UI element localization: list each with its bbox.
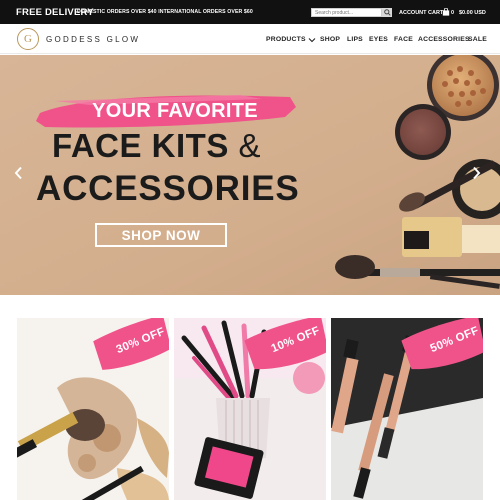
cart-count: 0 [451, 10, 455, 16]
nav-products[interactable]: PRODUCTS [266, 36, 316, 43]
nav-accessories[interactable]: ACCESSORIES [418, 36, 470, 43]
cart-link[interactable]: CART [428, 10, 443, 16]
hero-title-line1: FACE KITS & [52, 127, 261, 165]
nav-products-label: PRODUCTS [266, 36, 306, 43]
product-image-brush-trio [331, 318, 483, 500]
nav-face[interactable]: FACE [394, 36, 413, 43]
product-tile[interactable]: 50% OFF [331, 318, 483, 500]
delivery-promo-text: DOMESTIC ORDERS OVER $40 INTERNATIONAL O… [77, 9, 253, 15]
brand-name[interactable]: GODDESS GLOW [46, 35, 140, 44]
hero-title-ampersand: & [238, 127, 262, 164]
nav-lips[interactable]: LIPS [347, 36, 363, 43]
product-image-powder-brush [17, 318, 169, 500]
chevron-down-icon [308, 37, 316, 42]
shop-now-button[interactable]: SHOP NOW [95, 223, 227, 247]
nav-sale[interactable]: SALE [468, 36, 487, 43]
nav-accessories-label: ACCESSORIES [418, 36, 470, 43]
hero-subtitle: YOUR FAVORITE [92, 100, 258, 122]
nav-shop[interactable]: SHOP [320, 36, 340, 43]
hero-title-line2: ACCESSORIES [36, 169, 300, 208]
nav-eyes-label: EYES [369, 36, 388, 43]
account-link[interactable]: ACCOUNT [399, 10, 427, 16]
nav-face-label: FACE [394, 36, 413, 43]
search-icon [383, 9, 391, 16]
shopping-bag-icon[interactable] [442, 8, 450, 16]
nav-shop-label: SHOP [320, 36, 341, 43]
nav-lips-label: LIPS [347, 36, 363, 43]
product-tile[interactable]: 10% OFF [174, 318, 326, 500]
cart-total: $0.00 USD [459, 10, 486, 16]
carousel-prev-button[interactable] [14, 166, 26, 182]
carousel-next-button[interactable] [472, 166, 484, 182]
hero-banner: YOUR FAVORITE FACE KITS & ACCESSORIES SH… [0, 55, 500, 295]
product-tile[interactable]: 30% OFF [17, 318, 169, 500]
logo-icon[interactable]: G [17, 28, 39, 50]
site-header: G GODDESS GLOW PRODUCTS SHOP LIPS EYES F… [0, 24, 500, 54]
chevron-left-icon [14, 166, 22, 180]
nav-eyes[interactable]: EYES [369, 36, 388, 43]
top-bar: FREE DELIVERY DOMESTIC ORDERS OVER $40 I… [0, 0, 500, 24]
chevron-right-icon [473, 166, 481, 180]
product-image-brush-set [174, 318, 326, 500]
logo-letter: G [24, 33, 32, 45]
hero-title-face-kits: FACE KITS [52, 127, 229, 164]
search-input[interactable] [311, 8, 382, 17]
nav-sale-label: SALE [468, 36, 487, 43]
search-button[interactable] [382, 8, 392, 17]
